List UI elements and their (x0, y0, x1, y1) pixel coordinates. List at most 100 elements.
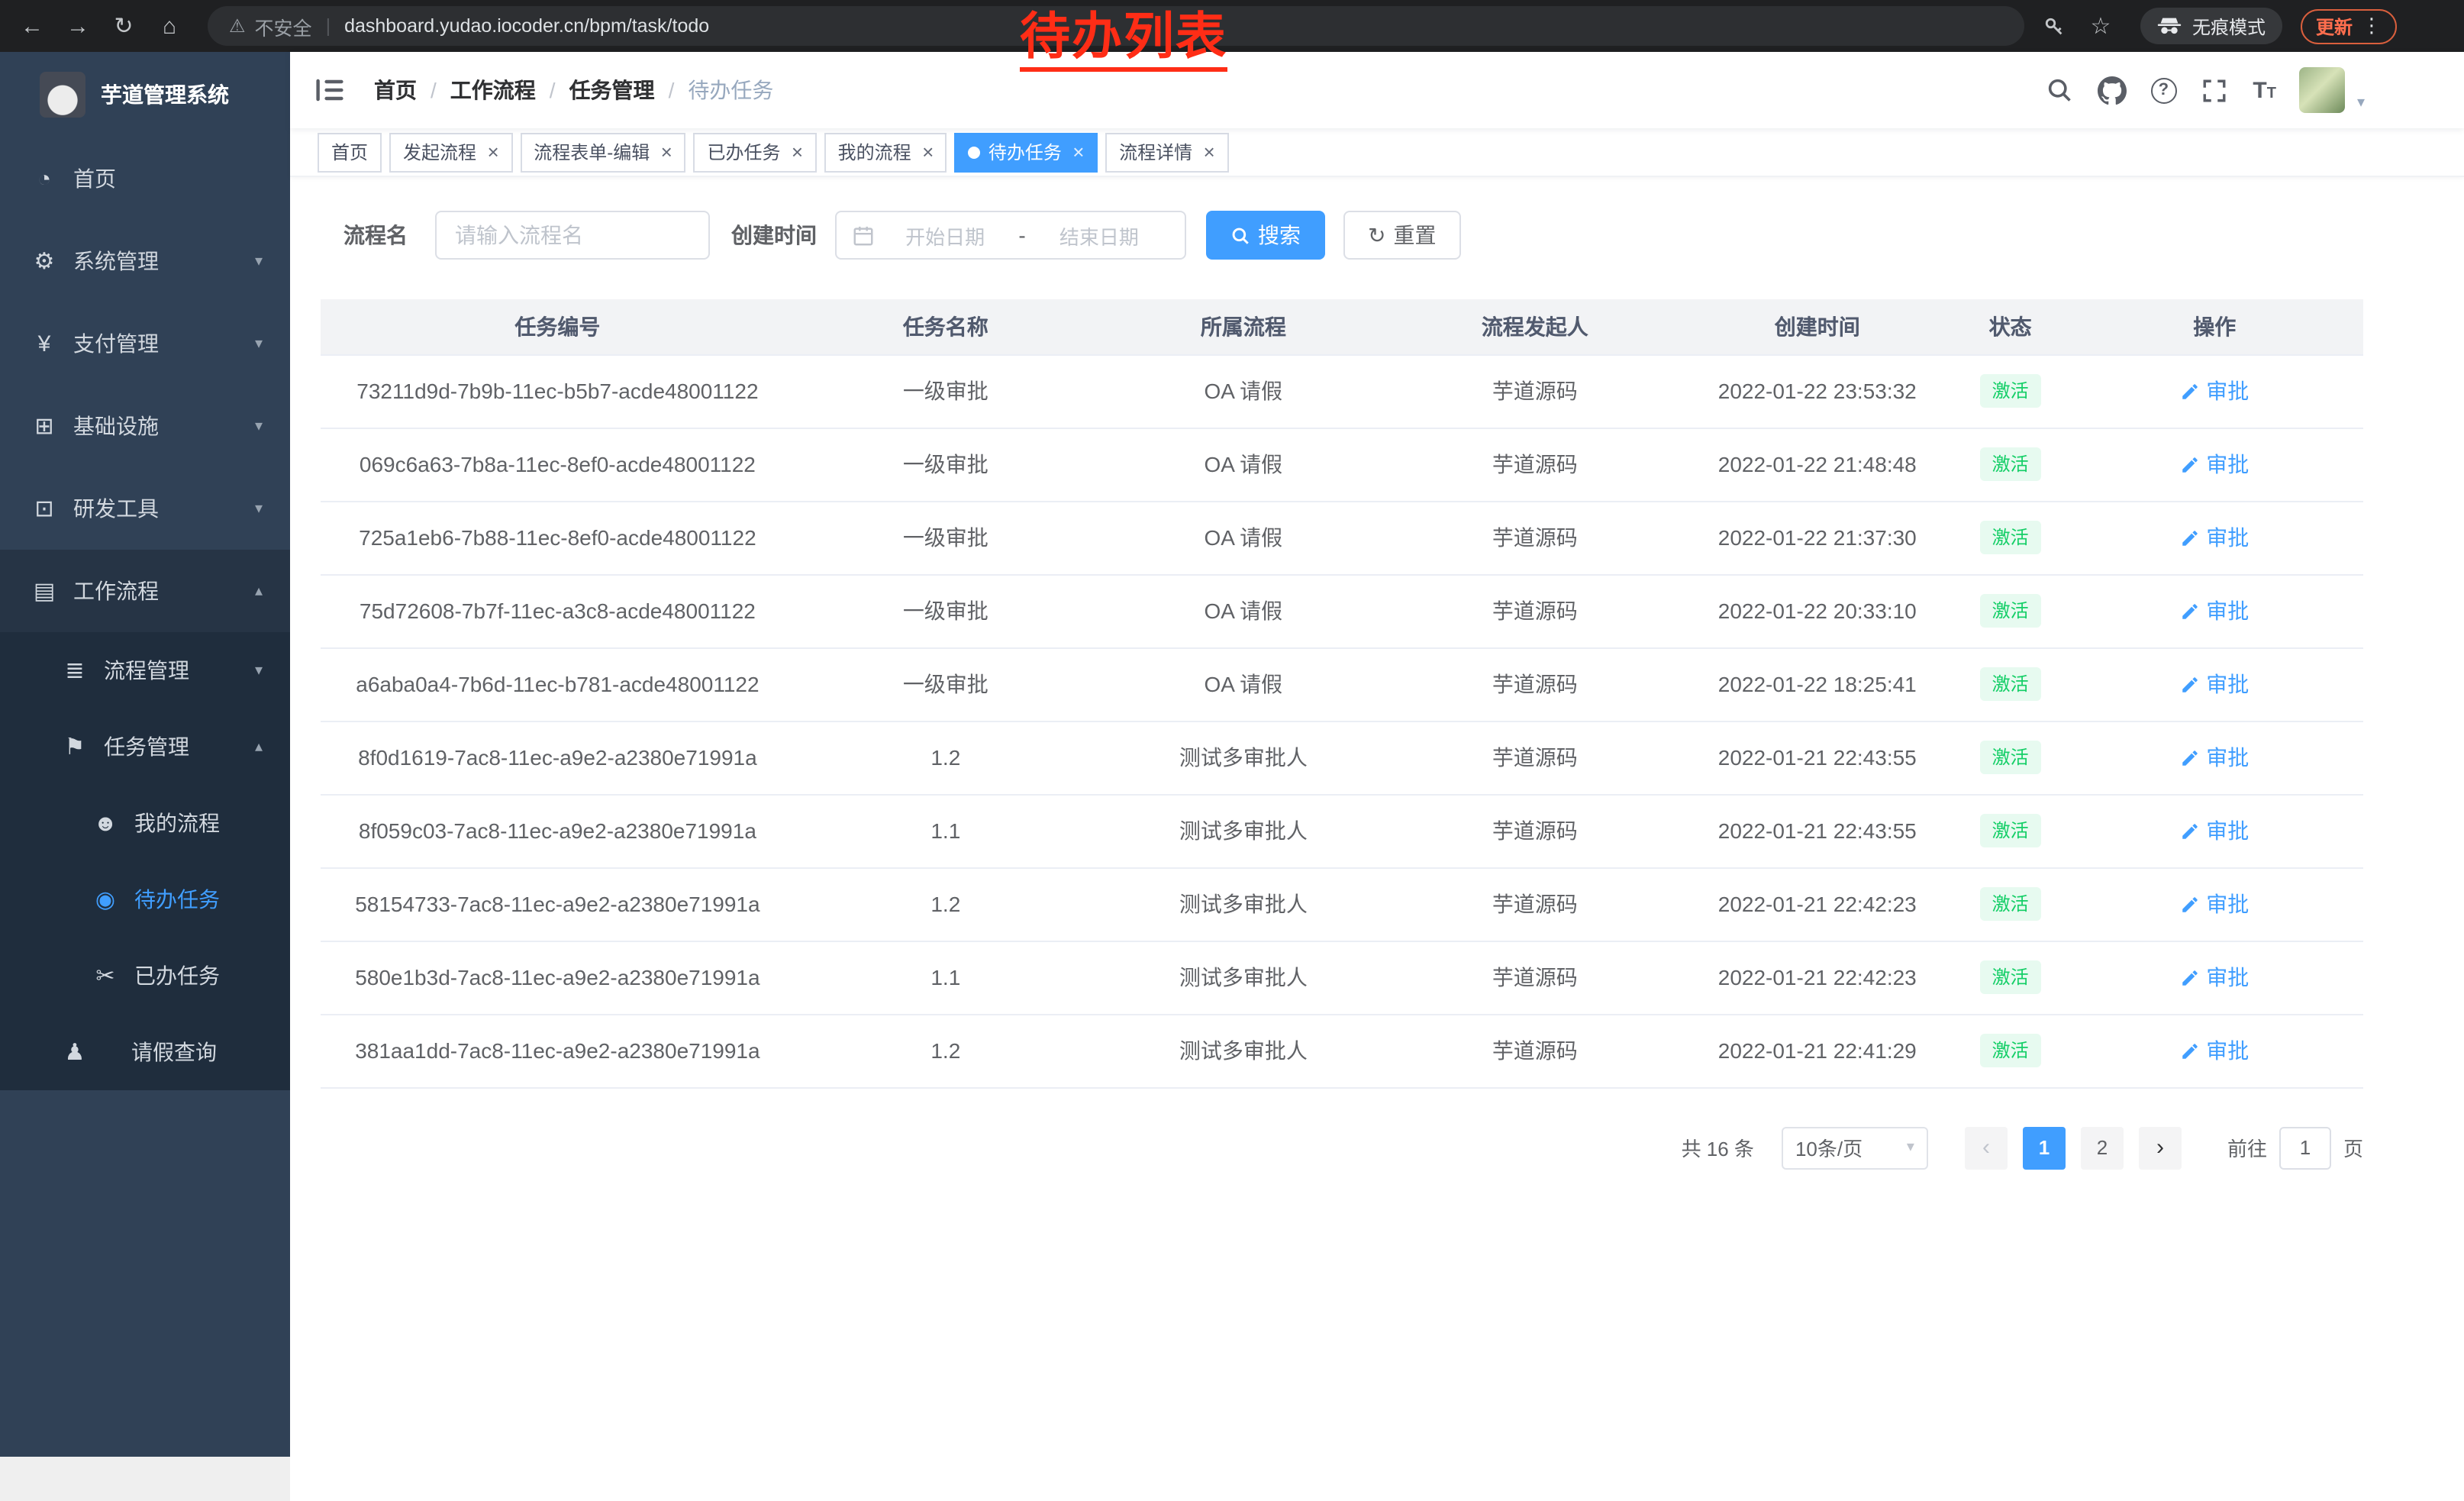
task-id-cell: 58154733-7ac8-11ec-a9e2-a2380e71991a (321, 867, 795, 941)
chevron-icon: ▾ (255, 335, 263, 352)
tab-label: 待办任务 (989, 139, 1062, 165)
prev-page-button[interactable]: ‹ (1965, 1126, 2008, 1169)
task-id-cell: a6aba0a4-7b6d-11ec-b781-acde48001122 (321, 647, 795, 721)
search-icon[interactable] (2043, 75, 2074, 105)
page-size-select[interactable]: 10条/页 ▾ (1782, 1126, 1928, 1169)
avatar-caret-icon[interactable]: ▾ (2357, 94, 2365, 111)
reload-icon[interactable]: ↻ (104, 6, 144, 46)
approve-link[interactable]: 审批 (2180, 522, 2249, 553)
sidebar-item-label: 已办任务 (134, 960, 220, 991)
page-size-value: 10条/页 (1795, 1133, 1863, 1162)
search-button[interactable]: 搜索 (1206, 211, 1325, 260)
close-icon[interactable]: × (660, 142, 672, 162)
approve-link[interactable]: 审批 (2180, 596, 2249, 626)
page-button-2[interactable]: 2 (2081, 1126, 2124, 1169)
screenshot-root: ← → ↻ ⌂ ⚠ 不安全 | dashboard.yudao.iocoder.… (0, 0, 2464, 1501)
app-logo[interactable]: 芋道管理系统 (0, 52, 290, 137)
update-chip[interactable]: 更新 ⋮ (2301, 8, 2397, 44)
tab-process-detail[interactable]: 流程详情 × (1105, 132, 1228, 172)
edit-icon (2180, 967, 2200, 987)
create-time-cell: 2022-01-22 18:25:41 (1680, 647, 1955, 721)
goto-label: 前往 (2227, 1133, 2267, 1162)
sidebar-item-process-manage[interactable]: ≣ 流程管理 ▾ (0, 632, 290, 709)
process-cell: 测试多审批人 (1097, 794, 1390, 867)
start-date-placeholder: 开始日期 (875, 221, 1015, 250)
process-name-input[interactable] (435, 211, 710, 260)
tab-label: 流程表单-编辑 (534, 139, 650, 165)
task-name-cell: 一级审批 (795, 501, 1097, 574)
incognito-label: 无痕模式 (2192, 13, 2266, 39)
approve-link[interactable]: 审批 (2180, 449, 2249, 479)
close-icon[interactable]: × (487, 142, 498, 162)
sidebar-item-done-task[interactable]: ✂ 已办任务 (0, 938, 290, 1014)
process-cell: 测试多审批人 (1097, 721, 1390, 794)
tab-home[interactable]: 首页 (318, 132, 382, 172)
task-name-cell: 1.1 (795, 794, 1097, 867)
key-icon[interactable] (2037, 8, 2073, 44)
approve-link[interactable]: 审批 (2180, 962, 2249, 993)
tab-todo-tasks[interactable]: 待办任务 × (955, 132, 1098, 172)
approve-link[interactable]: 审批 (2180, 669, 2249, 699)
tab-process-form-edit[interactable]: 流程表单-编辑 × (520, 132, 685, 172)
task-name-cell: 一级审批 (795, 647, 1097, 721)
column-header: 所属流程 (1097, 299, 1390, 354)
sidebar-item-label: 工作流程 (73, 576, 159, 606)
tab-done-tasks[interactable]: 已办任务 × (693, 132, 816, 172)
close-icon[interactable]: × (1203, 142, 1214, 162)
fullscreen-icon[interactable] (2199, 75, 2230, 105)
approve-link[interactable]: 审批 (2180, 815, 2249, 846)
approve-link[interactable]: 审批 (2180, 1035, 2249, 1066)
hamburger-icon[interactable] (313, 73, 347, 107)
sidebar-item-todo-task[interactable]: ◉ 待办任务 (0, 861, 290, 938)
help-icon[interactable]: ? (2150, 77, 2176, 103)
sidebar-item-infrastructure[interactable]: ⊞ 基础设施 ▾ (0, 385, 290, 467)
table-row: 75d72608-7b7f-11ec-a3c8-acde48001122 一级审… (321, 574, 2363, 647)
search-icon (1230, 225, 1250, 245)
menu-dots-icon[interactable]: ⋮ (2362, 14, 2382, 38)
tab-label: 我的流程 (838, 139, 911, 165)
column-header: 状态 (1955, 299, 2066, 354)
task-id-cell: 73211d9d-7b9b-11ec-b5b7-acde48001122 (321, 354, 795, 428)
close-icon[interactable]: × (922, 142, 934, 162)
breadcrumb-item[interactable]: 任务管理 (569, 75, 689, 105)
font-size-icon[interactable]: TT (2253, 79, 2276, 102)
avatar[interactable] (2299, 67, 2345, 113)
person-chat-icon: ☻ (92, 810, 119, 836)
forward-icon[interactable]: → (58, 6, 98, 46)
sidebar-item-workflow[interactable]: ▤ 工作流程 ▴ (0, 550, 290, 632)
close-icon[interactable]: × (1072, 142, 1084, 162)
breadcrumb-item[interactable]: 待办任务 (688, 75, 773, 105)
github-icon[interactable] (2097, 75, 2127, 105)
sidebar-item-system[interactable]: ⚙ 系统管理 ▾ (0, 220, 290, 302)
table-row: 381aa1dd-7ac8-11ec-a9e2-a2380e71991a 1.2… (321, 1014, 2363, 1087)
reset-button[interactable]: ↻ 重置 (1343, 211, 1460, 260)
sidebar-item-my-process[interactable]: ☻ 我的流程 (0, 785, 290, 861)
edit-icon (2180, 674, 2200, 694)
sidebar-item-home[interactable]: ◔ 首页 (0, 137, 290, 220)
navbar-actions: ? TT ▾ (2043, 67, 2365, 113)
close-icon[interactable]: × (791, 142, 802, 162)
sidebar-item-task-manage[interactable]: ⚑ 任务管理 ▴ (0, 709, 290, 785)
approve-link[interactable]: 审批 (2180, 889, 2249, 919)
breadcrumb-item[interactable]: 工作流程 (450, 75, 569, 105)
sidebar-item-dev-tools[interactable]: ⊡ 研发工具 ▾ (0, 467, 290, 550)
tab-my-process[interactable]: 我的流程 × (824, 132, 947, 172)
sidebar-item-leave-query[interactable]: ♟ 请假查询 (0, 1014, 290, 1090)
approve-link[interactable]: 审批 (2180, 742, 2249, 773)
status-badge: 激活 (1980, 1034, 2041, 1067)
home-icon[interactable]: ⌂ (150, 6, 189, 46)
task-id-cell: 8f059c03-7ac8-11ec-a9e2-a2380e71991a (321, 794, 795, 867)
sidebar-item-payment[interactable]: ¥ 支付管理 ▾ (0, 302, 290, 385)
edit-icon (2180, 381, 2200, 401)
breadcrumb-item[interactable]: 首页 (374, 75, 450, 105)
bookmark-star-icon[interactable]: ☆ (2082, 8, 2119, 44)
page-button-1[interactable]: 1 (2023, 1126, 2066, 1169)
back-icon[interactable]: ← (12, 6, 52, 46)
goto-page-input[interactable] (2279, 1126, 2331, 1169)
next-page-button[interactable]: › (2139, 1126, 2182, 1169)
date-range-picker[interactable]: 开始日期 - 结束日期 (835, 211, 1186, 260)
tab-initiate-process[interactable]: 发起流程 × (389, 132, 512, 172)
table-row: 8f0d1619-7ac8-11ec-a9e2-a2380e71991a 1.2… (321, 721, 2363, 794)
approve-link[interactable]: 审批 (2180, 376, 2249, 406)
starter-cell: 芋道源码 (1390, 428, 1680, 501)
